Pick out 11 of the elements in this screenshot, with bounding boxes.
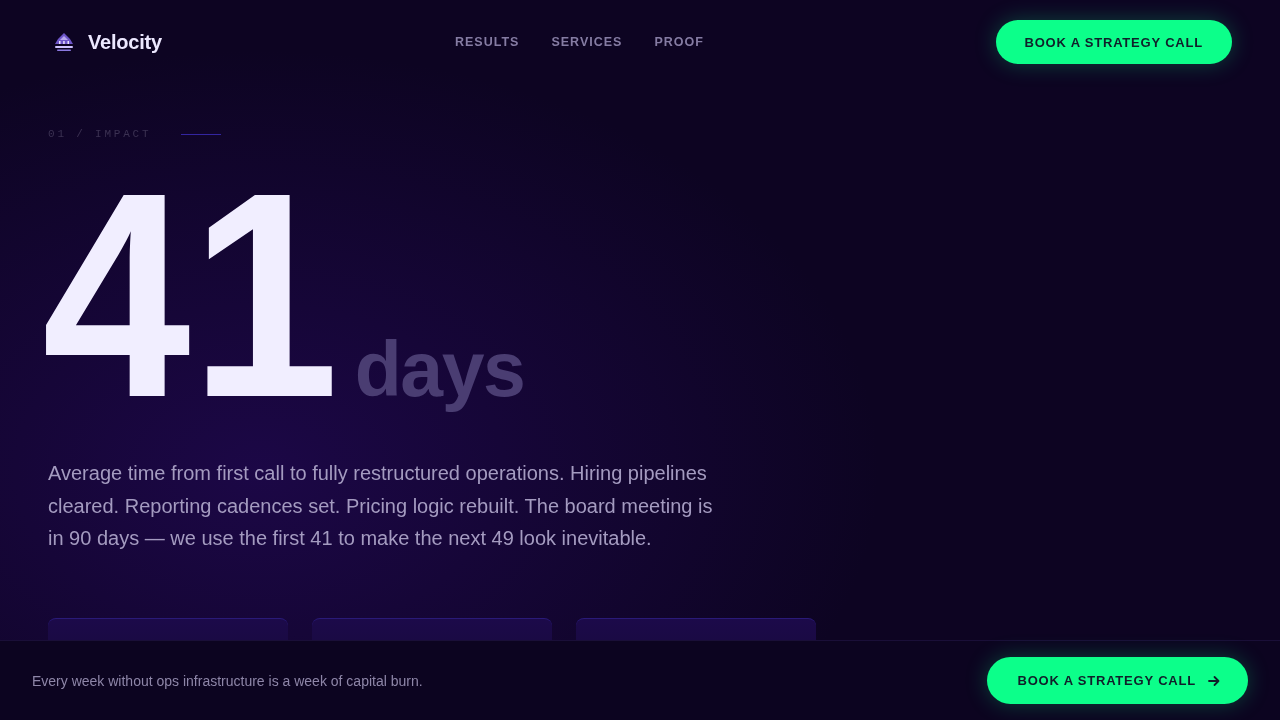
nav-link[interactable]: RESULTS bbox=[455, 35, 520, 49]
description-text: Average time from first call to fully restructured operations. Hiring pipelines cleared. Reporting cadences set. Pricing logic rebuilt. The board meeting is in 90 days — we use the first 41 to make the next 49 look inevitable. bbox=[48, 461, 714, 551]
nav-link[interactable]: SERVICES bbox=[551, 35, 623, 49]
stat-value: 41 bbox=[42, 186, 340, 405]
strategy-call-button[interactable]: BOOK A STRATEGY CALL bbox=[986, 657, 1248, 704]
bar-message: Every week without ops infrastructure is a week of capital burn. bbox=[32, 672, 423, 689]
nav-link[interactable]: PROOF bbox=[654, 35, 704, 49]
arrow-right-icon bbox=[1208, 674, 1220, 687]
logo-icon bbox=[52, 30, 76, 54]
brand-name: Velocity bbox=[88, 30, 162, 54]
strategy-call-button[interactable]: BOOK A STRATEGY CALL bbox=[995, 20, 1232, 64]
